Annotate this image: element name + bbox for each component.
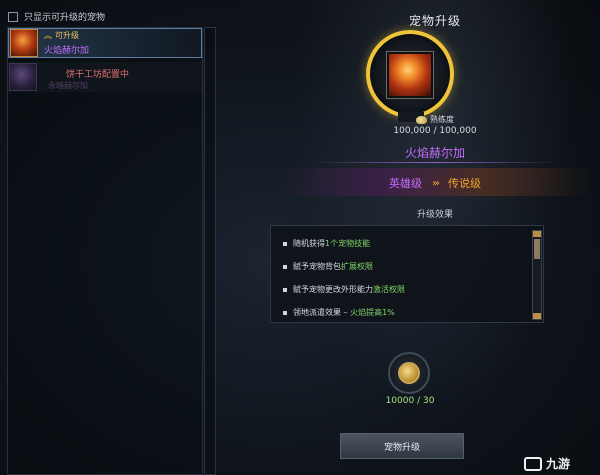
upgradable-tag: ︽ 可升级 bbox=[44, 31, 79, 40]
pet-list-scrollbar[interactable] bbox=[204, 27, 216, 475]
pet-name: 永暗赫尔加 bbox=[48, 81, 88, 90]
pet-status: 饼干工坊配置中 bbox=[66, 70, 130, 80]
scroll-thumb[interactable] bbox=[534, 239, 540, 259]
scroll-up-icon[interactable] bbox=[533, 231, 541, 237]
tier-to: 传说级 bbox=[448, 177, 481, 190]
upgradable-filter[interactable]: 只显示可升级的宠物 bbox=[8, 10, 105, 23]
pet-thumbnail bbox=[9, 63, 37, 91]
panel-title: 宠物升级 bbox=[408, 14, 461, 28]
effects-box: 随机获得1个宠物技能 赋予宠物背包扩展权限 赋予宠物更改外形能力激活权限 领地派… bbox=[270, 225, 544, 323]
effect-item: 赋予宠物背包扩展权限 bbox=[283, 261, 405, 272]
material-count: 10000 / 30 bbox=[385, 396, 435, 406]
upgrade-material-slot[interactable] bbox=[388, 352, 430, 394]
bullet-icon bbox=[283, 241, 287, 246]
watermark: 九游 bbox=[524, 455, 570, 472]
filter-checkbox[interactable] bbox=[8, 11, 18, 22]
effect-item: 领地派遣效果 – 火焰提高1% bbox=[283, 307, 405, 318]
tier-from: 英雄级 bbox=[389, 177, 422, 190]
proficiency-icon bbox=[416, 115, 427, 124]
scroll-down-icon[interactable] bbox=[533, 313, 541, 319]
divider bbox=[310, 162, 560, 163]
upgrade-arrow-icon: ︽ bbox=[44, 31, 52, 40]
filter-label: 只显示可升级的宠物 bbox=[24, 13, 106, 23]
effects-scrollbar[interactable] bbox=[532, 230, 542, 320]
pet-thumbnail bbox=[10, 29, 38, 57]
pet-list-item-selected[interactable]: ︽ 可升级 火焰赫尔加 bbox=[8, 28, 202, 58]
bullet-icon bbox=[283, 287, 287, 292]
pet-upgrade-panel: 宠物升级 熟练度 100,000 / 100,000 火焰赫尔加 英雄级 ›››… bbox=[270, 0, 600, 475]
pet-portrait bbox=[386, 51, 434, 99]
material-coin-icon bbox=[398, 362, 420, 384]
tier-change: 英雄级 ››› 传说级 bbox=[270, 175, 600, 191]
pet-upgrade-button[interactable]: 宠物升级 bbox=[340, 433, 464, 459]
pet-list-item[interactable]: 饼干工坊配置中 永暗赫尔加 bbox=[8, 62, 202, 92]
pet-list bbox=[7, 27, 203, 475]
pet-name: 火焰赫尔加 bbox=[44, 46, 90, 56]
effect-item: 赋予宠物更改外形能力激活权限 bbox=[283, 284, 405, 295]
bullet-icon bbox=[283, 264, 287, 269]
proficiency-value: 100,000 / 100,000 bbox=[393, 126, 477, 136]
tier-arrows-icon: ››› bbox=[432, 177, 440, 189]
effects-title: 升级效果 bbox=[416, 210, 453, 220]
selected-pet-name: 火焰赫尔加 bbox=[404, 146, 465, 160]
watermark-logo-icon bbox=[524, 456, 542, 471]
effect-item: 随机获得1个宠物技能 bbox=[283, 238, 405, 249]
bullet-icon bbox=[283, 310, 287, 315]
pet-list-panel: 只显示可升级的宠物 ︽ 可升级 火焰赫尔加 饼干工坊配置中 永暗赫尔加 bbox=[0, 0, 270, 475]
proficiency-label-row: 熟练度 bbox=[270, 114, 600, 125]
